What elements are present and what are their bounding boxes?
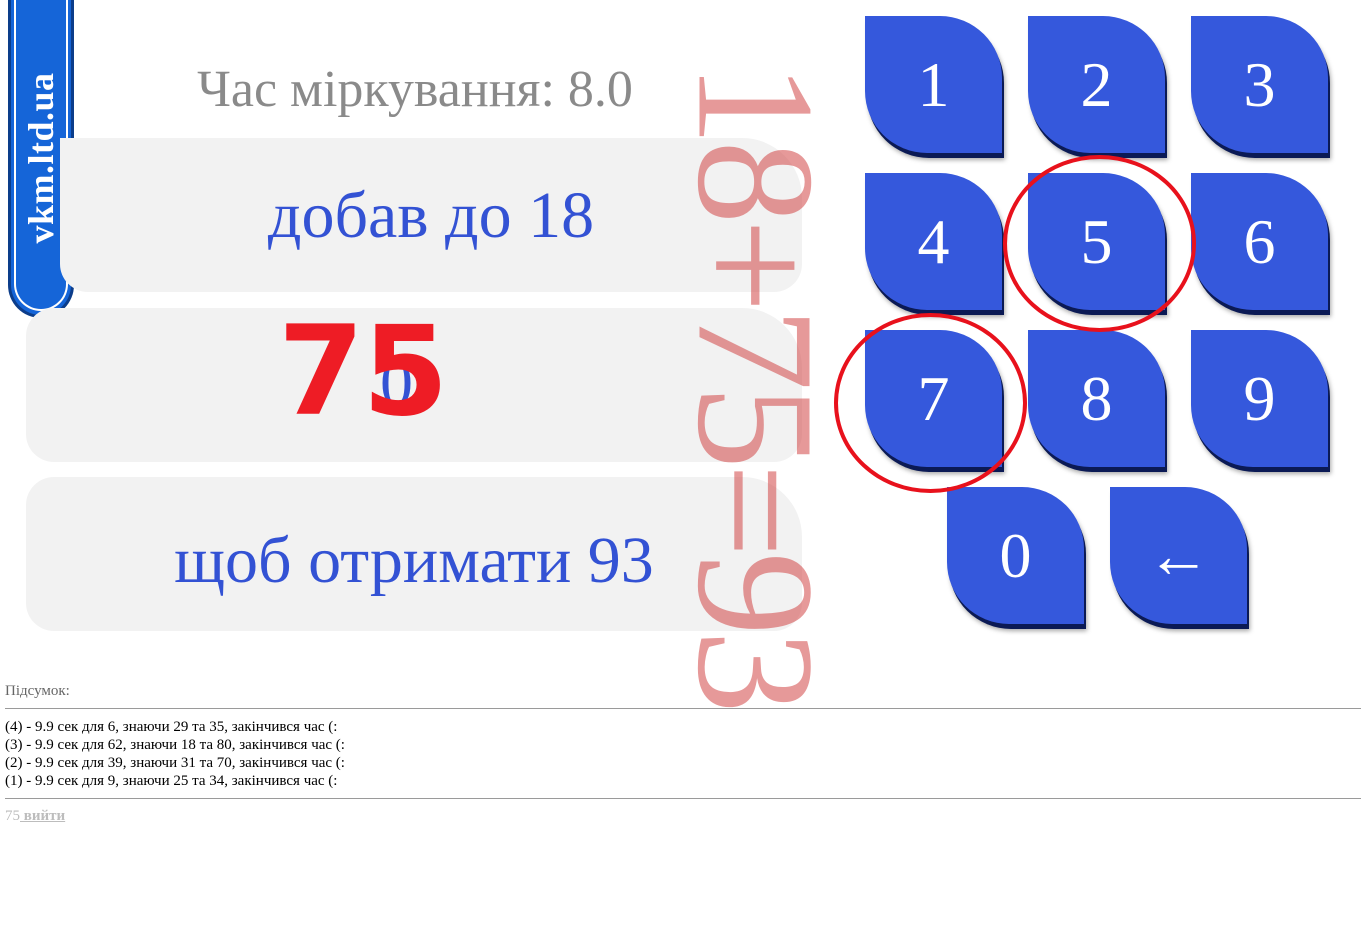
key-8[interactable]: 8 bbox=[1028, 330, 1165, 467]
history-item: (2) - 9.9 сек для 39, знаючи 31 та 70, з… bbox=[5, 755, 345, 771]
history-list: (4) - 9.9 сек для 6, знаючи 29 та 35, за… bbox=[5, 718, 345, 790]
overlay-answer: 75 bbox=[278, 300, 449, 444]
summary-divider-bottom bbox=[5, 798, 1361, 799]
key-4[interactable]: 4 bbox=[865, 173, 1002, 310]
thinking-timer: Час міркування: 8.0 bbox=[197, 61, 633, 118]
summary-divider-top bbox=[5, 708, 1361, 709]
exit-link[interactable]: вийти bbox=[20, 808, 65, 824]
history-item: (1) - 9.9 сек для 9, знаючи 25 та 34, за… bbox=[5, 773, 338, 789]
backspace-key[interactable]: ← bbox=[1110, 487, 1247, 624]
footer-score: 75 bbox=[5, 808, 20, 824]
history-item: (4) - 9.9 сек для 6, знаючи 29 та 35, за… bbox=[5, 719, 338, 735]
key-0[interactable]: 0 bbox=[947, 487, 1084, 624]
footer: 75 вийти bbox=[5, 808, 65, 825]
summary-label: Підсумок: bbox=[5, 683, 70, 699]
key-6[interactable]: 6 bbox=[1191, 173, 1328, 310]
history-item: (3) - 9.9 сек для 62, знаючи 18 та 80, з… bbox=[5, 737, 345, 753]
key-3[interactable]: 3 bbox=[1191, 16, 1328, 153]
key-1[interactable]: 1 bbox=[865, 16, 1002, 153]
key-5[interactable]: 5 bbox=[1028, 173, 1165, 310]
key-2[interactable]: 2 bbox=[1028, 16, 1165, 153]
overlay-equation: 18+75=93 bbox=[662, 62, 849, 708]
key-9[interactable]: 9 bbox=[1191, 330, 1328, 467]
key-7[interactable]: 7 bbox=[865, 330, 1002, 467]
